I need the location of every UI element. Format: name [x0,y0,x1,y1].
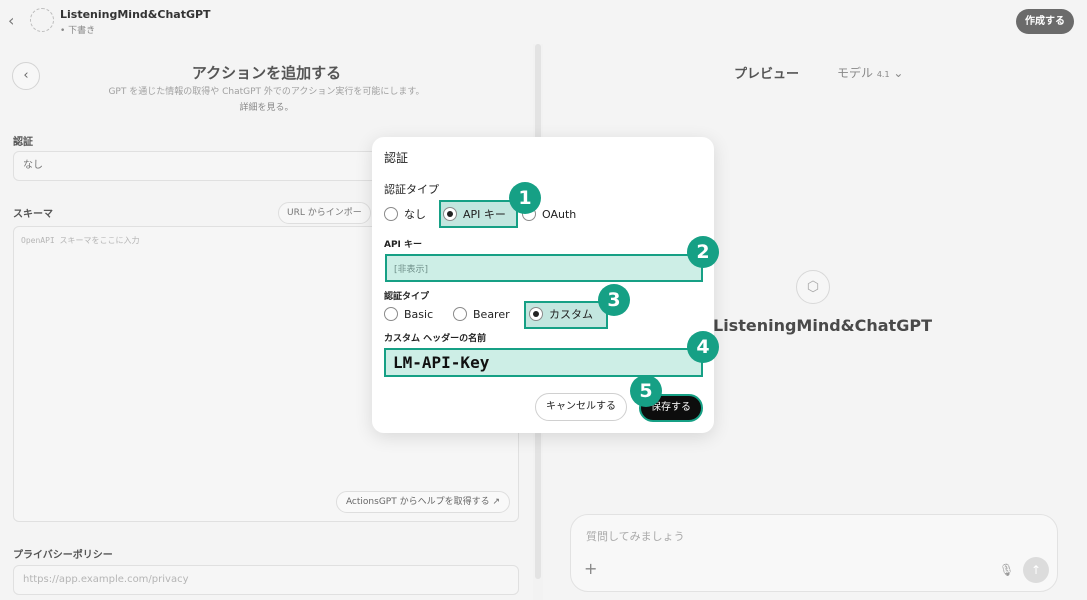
external-link-icon: ↗ [492,497,500,507]
auth-option-oauth-label: OAuth [542,207,577,221]
schema-placeholder: OpenAPI スキーマをここに入力 [21,236,140,245]
mic-icon[interactable]: 🎙 [999,563,1014,577]
annotation-badge-1: 1 [509,182,541,214]
help-button-label: ActionsGPT からヘルプを取得する [345,497,490,507]
learn-more-link[interactable]: 詳細を見る。 [0,100,533,113]
top-bar: ‹ ListeningMind&ChatGPT • 下書き 作成する [0,0,1087,44]
privacy-section-label: プライバシーポリシー [13,550,113,561]
annotation-badge-4: 4 [687,331,719,363]
annotation-badge-3: 3 [598,284,630,316]
radio-bearer[interactable] [453,307,467,321]
chevron-down-icon: ⌄ [893,66,904,80]
cancel-button[interactable]: キャンセルする [535,393,627,421]
auth-type-basic-label: Basic [404,307,434,321]
modal-title: 認証 [384,151,409,165]
auth-type2-label: 認証タイプ [384,292,430,302]
header-name-value: LM-API-Key [393,353,490,372]
page-title: アクションを追加する [191,64,342,82]
auth-option-api-key-label: API キー [463,208,506,221]
auth-type-bearer[interactable]: Bearer [453,305,510,323]
api-key-input[interactable]: [非表示] [385,254,703,282]
annotation-badge-5: 5 [630,375,662,407]
preview-gpt-name: ListeningMind&ChatGPT [713,316,932,335]
preview-title: プレビュー [734,67,800,82]
privacy-url-input[interactable]: https://app.example.com/privacy [13,565,519,595]
send-arrow-icon[interactable]: ↑ [1023,557,1049,583]
chat-placeholder: 質問してみましょう [586,530,685,543]
gpt-placeholder-icon [30,8,54,32]
auth-type-label: 認証タイプ [384,183,439,196]
gpt-name: ListeningMind&ChatGPT [60,8,211,21]
chat-input[interactable]: 質問してみましょう + 🎙 ↑ [570,514,1058,592]
auth-type-custom-label: カスタム [549,308,593,321]
model-label: モデル [837,66,874,80]
api-key-label: API キー [384,240,423,250]
auth-option-api-key[interactable]: API キー [443,205,506,223]
header-name-input[interactable]: LM-API-Key [384,348,703,377]
radio-custom[interactable] [529,307,543,321]
model-selector[interactable]: モデル 4.1 ⌄ [837,64,903,81]
auth-type-bearer-label: Bearer [473,307,510,321]
import-url-button[interactable]: URL からインポー [278,202,371,224]
radio-api-key[interactable] [443,207,457,221]
auth-modal: 認証 認証タイプ なし API キー OAuth API キー [非表示] 認証… [372,137,714,433]
model-version: 4.1 [876,70,890,79]
api-key-value: [非表示] [394,264,429,275]
actionsgpt-help-button[interactable]: ActionsGPT からヘルプを取得する ↗ [335,491,510,513]
auth-section-label: 認証 [13,137,33,148]
plus-icon[interactable]: + [584,559,597,578]
schema-section-label: スキーマ [13,209,53,220]
page-description: GPT を通じた情報の取得や ChatGPT 外でのアクション実行を可能にします… [108,87,425,97]
chevron-left-icon[interactable]: ‹ [8,11,14,31]
auth-type-basic[interactable]: Basic [384,305,433,323]
radio-none[interactable] [384,207,398,221]
cube-icon: ⬡ [796,270,830,304]
auth-type-custom[interactable]: カスタム [529,305,593,323]
auth-option-none-label: なし [404,208,426,221]
create-button[interactable]: 作成する [1016,9,1074,34]
header-name-label: カスタム ヘッダーの名前 [384,334,487,344]
draft-status: • 下書き [60,26,96,36]
auth-option-none[interactable]: なし [384,205,426,223]
annotation-badge-2: 2 [687,236,719,268]
radio-basic[interactable] [384,307,398,321]
